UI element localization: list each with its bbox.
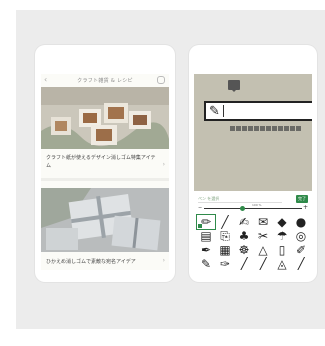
tool-button[interactable]: ✂ [254, 229, 272, 243]
stamp-text-field[interactable]: ✎ [204, 101, 312, 121]
craft-boxes-illustration [41, 87, 169, 149]
tool-button[interactable]: ◆ [273, 215, 291, 229]
tool-grid: ✏ ╱ ✍ ✉ ◆ ● ▤ ⎘ ♣ ✂ ☂ ◎ ✒ ▦ ☸ △ ▯ ✐ ✎ ✑ ╱ ╱ ◬ ╱ [196, 214, 310, 270]
page-indicator [230, 126, 301, 131]
page-dot [230, 126, 235, 131]
page-dot [260, 126, 265, 131]
tool-button[interactable]: ✑ [216, 257, 234, 270]
tool-palette: ペン を選択 完了 − 100 % + ✏ ╱ ✍ ✉ ◆ ● ▤ ⎘ ♣ ✂ ☂ ◎ ✒ ▦ ☸ △ ▯ ✐ ✎ ✑… [194, 191, 312, 270]
plus-icon[interactable]: + [303, 204, 308, 211]
tool-button[interactable]: ╱ [292, 257, 310, 270]
page-dot [272, 126, 277, 131]
page-dot [236, 126, 241, 131]
divider [41, 178, 169, 181]
tool-button[interactable]: ● [292, 215, 310, 229]
stamp-preview-area: ✎ [194, 74, 312, 191]
tool-button[interactable]: ╱ [216, 215, 234, 229]
chevron-left-icon[interactable]: ‹ [44, 75, 47, 84]
share-icon[interactable] [157, 76, 165, 84]
tool-button[interactable]: ✏ [196, 214, 216, 230]
phone-right: ✎ ペン を選択 完了 − 100 % + ✏ ╱ ✍ ✉ ◆ ● ▤ ⎘ ♣ ✂ ☂ ◎ ✒ ▦ ☸ △ ▯ ✐ [189, 45, 317, 282]
stamp-editor-screen: ✎ ペン を選択 完了 − 100 % + ✏ ╱ ✍ ✉ ◆ ● ▤ ⎘ ♣ ✂ ☂ ◎ ✒ ▦ ☸ △ ▯ ✐ [194, 74, 312, 270]
minus-icon[interactable]: − [198, 205, 202, 211]
page-dot [254, 126, 259, 131]
pencil-icon: ✎ [209, 104, 220, 119]
page-dot [284, 126, 289, 131]
tool-button[interactable]: ◬ [273, 257, 291, 270]
tool-button[interactable]: ☂ [273, 229, 291, 243]
gift-wrapping-photo[interactable] [41, 188, 169, 252]
tool-button[interactable]: ▯ [273, 243, 291, 257]
gift-wrapping-illustration [41, 188, 169, 252]
screenshot: ‹ クラフト雑貨 & レシピ クラフト紙が使えるデザイン消しゴム特集アイテム ›… [0, 0, 325, 346]
tool-button[interactable]: ✒ [197, 243, 215, 257]
article-screen: ‹ クラフト雑貨 & レシピ クラフト紙が使えるデザイン消しゴム特集アイテム ›… [41, 74, 169, 270]
top-bar: ‹ クラフト雑貨 & レシピ [41, 74, 169, 88]
page-dot [296, 126, 301, 131]
page-dot [266, 126, 271, 131]
done-button[interactable]: 完了 [296, 195, 308, 203]
page-dot [290, 126, 295, 131]
tool-button[interactable]: ╱ [254, 257, 272, 270]
tool-button[interactable]: ▤ [197, 229, 215, 243]
tool-button[interactable]: ⎘ [216, 229, 234, 243]
page-dot [248, 126, 253, 131]
tool-button[interactable]: △ [254, 243, 272, 257]
tool-search-input[interactable]: ペン を選択 [198, 196, 282, 203]
tool-button[interactable]: ✉ [254, 215, 272, 229]
article-caption[interactable]: クラフト紙が使えるデザイン消しゴム特集アイテム [46, 154, 156, 170]
zoom-level: 100 % [252, 203, 262, 207]
tool-button[interactable]: ◎ [292, 229, 310, 243]
page-title: クラフト雑貨 & レシピ [77, 78, 133, 84]
tool-button[interactable]: ✎ [197, 257, 215, 270]
chevron-right-icon[interactable]: › [163, 257, 165, 264]
phone-left: ‹ クラフト雑貨 & レシピ クラフト紙が使えるデザイン消しゴム特集アイテム ›… [35, 45, 175, 282]
chevron-right-icon[interactable]: › [163, 161, 165, 168]
tool-button[interactable]: ╱ [235, 257, 253, 270]
slider-track [204, 208, 302, 209]
tool-button[interactable]: ✍ [235, 215, 253, 229]
craft-boxes-photo[interactable] [41, 87, 169, 149]
tool-button[interactable]: ▦ [216, 243, 234, 257]
speech-bubble-icon[interactable] [228, 80, 240, 92]
tool-button[interactable]: ✐ [292, 243, 310, 257]
tool-button[interactable]: ☸ [235, 243, 253, 257]
tool-button[interactable]: ♣ [235, 229, 253, 243]
text-cursor [223, 105, 224, 117]
size-slider[interactable]: − 100 % + [198, 203, 308, 211]
page-dot [242, 126, 247, 131]
slider-handle[interactable] [240, 206, 245, 211]
page-dot [278, 126, 283, 131]
article-caption[interactable]: ひかえめ消しゴムで素敵な宛名アイデア [46, 258, 156, 266]
